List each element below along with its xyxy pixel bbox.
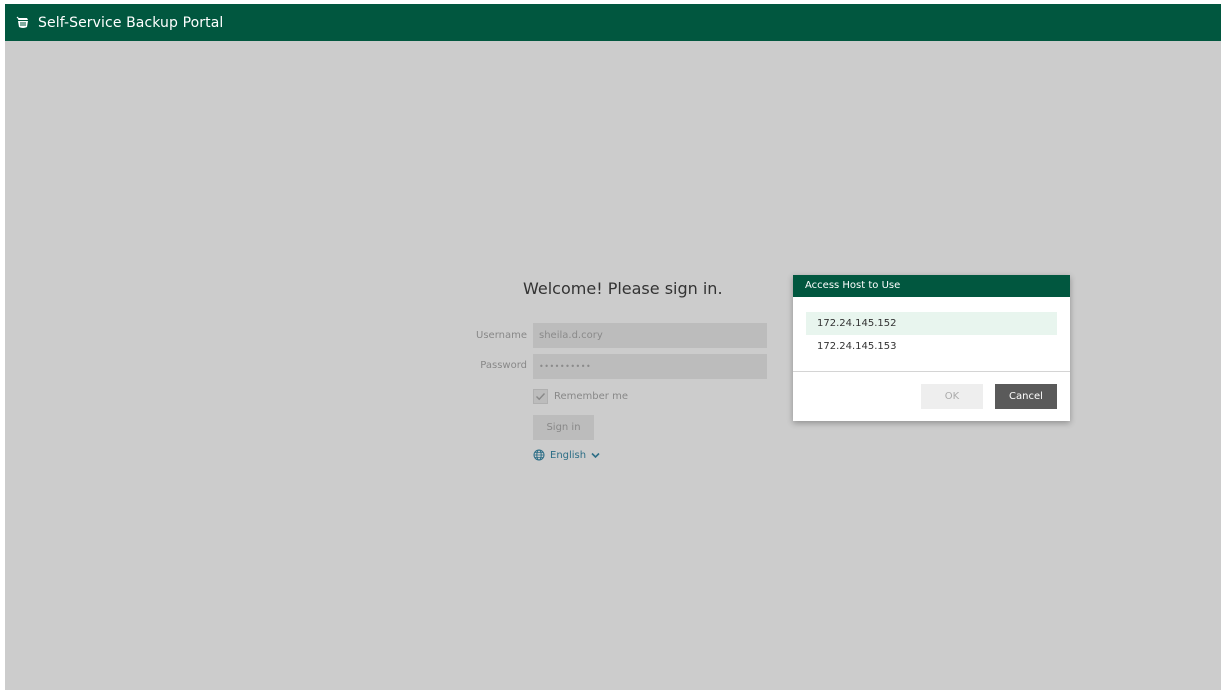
password-label: Password xyxy=(480,360,527,371)
host-item[interactable]: 172.24.145.152 xyxy=(806,312,1057,335)
access-host-dialog: Access Host to Use 172.24.145.152 172.24… xyxy=(793,275,1070,421)
top-bar: Self-Service Backup Portal xyxy=(5,4,1221,41)
globe-icon xyxy=(533,449,545,461)
username-field[interactable]: sheila.d.cory xyxy=(533,323,767,348)
password-field[interactable]: •••••••••• xyxy=(533,354,767,379)
welcome-heading: Welcome! Please sign in. xyxy=(523,279,723,298)
host-item[interactable]: 172.24.145.153 xyxy=(806,335,1057,358)
portal-frame: Self-Service Backup Portal Welcome! Plea… xyxy=(5,4,1221,690)
dialog-title: Access Host to Use xyxy=(793,275,1070,297)
cancel-button[interactable]: Cancel xyxy=(995,384,1057,409)
backup-portal-logo-icon xyxy=(16,16,30,30)
chevron-down-icon xyxy=(591,452,600,458)
language-selector[interactable]: English xyxy=(533,449,600,461)
checkmark-icon xyxy=(536,393,546,401)
host-list: 172.24.145.152 172.24.145.153 xyxy=(806,312,1057,358)
ok-button[interactable]: OK xyxy=(921,384,983,409)
remember-me-checkbox[interactable] xyxy=(533,389,548,404)
username-label: Username xyxy=(476,330,527,341)
sign-in-button[interactable]: Sign in xyxy=(533,415,594,440)
dialog-divider xyxy=(793,371,1070,372)
language-label: English xyxy=(550,449,587,461)
remember-me-label: Remember me xyxy=(554,391,628,402)
app-title: Self-Service Backup Portal xyxy=(38,14,224,31)
